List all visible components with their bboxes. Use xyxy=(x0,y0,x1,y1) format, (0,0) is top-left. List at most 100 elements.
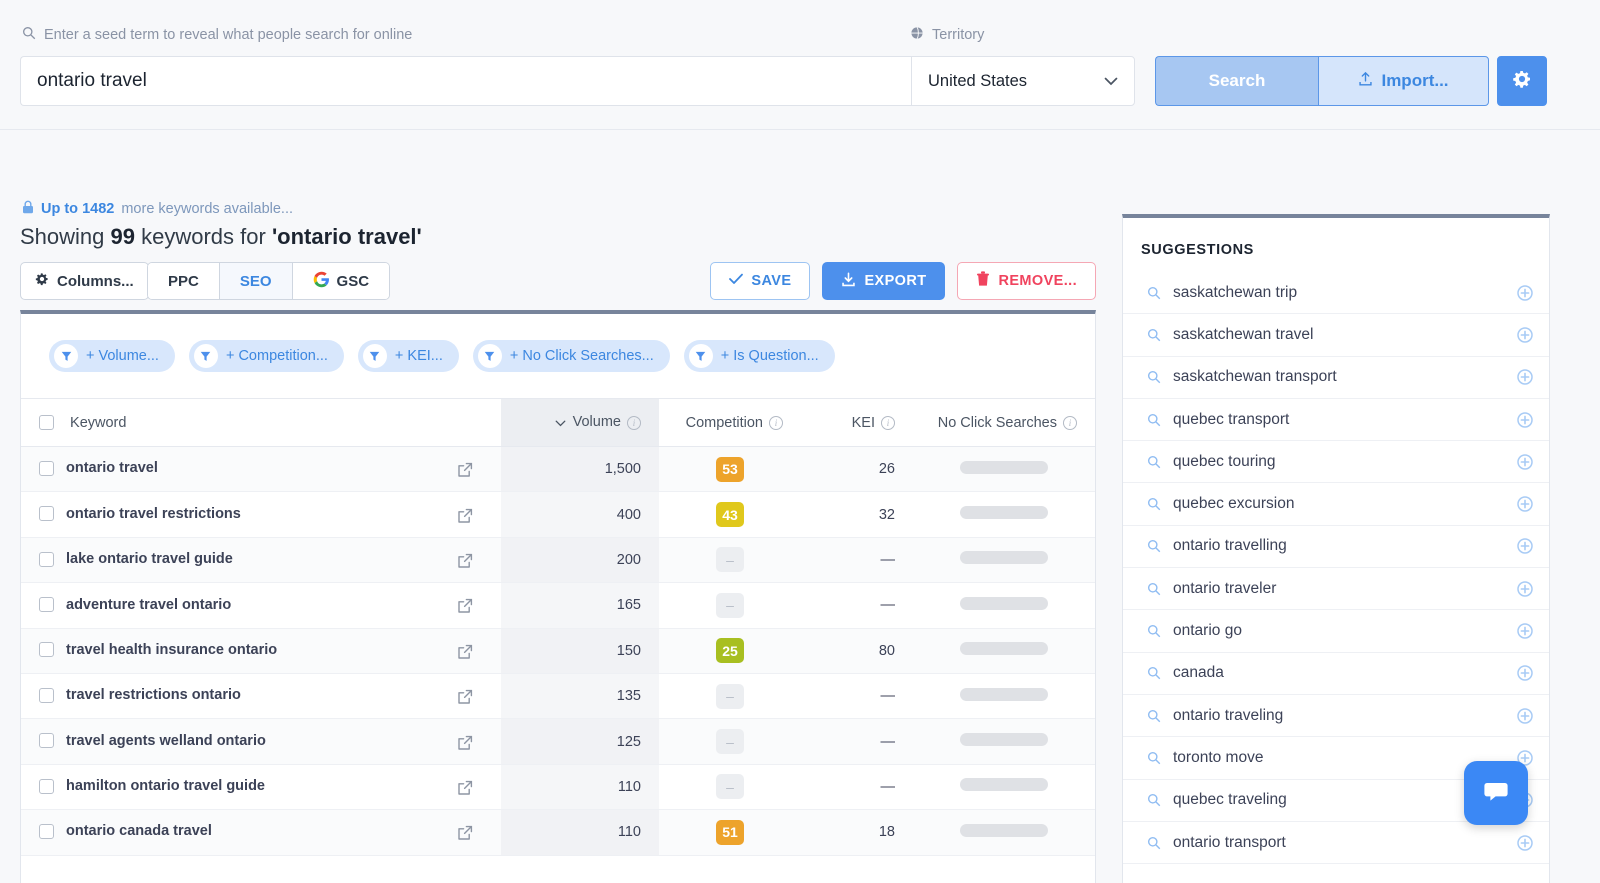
row-checkbox[interactable] xyxy=(39,823,54,839)
table-row[interactable]: ontario travel 1,500 53 26 xyxy=(21,446,1095,493)
filter-chip-volume-label: + Volume... xyxy=(86,348,159,364)
header-competition[interactable]: Competition i xyxy=(659,398,801,447)
settings-button[interactable] xyxy=(1497,56,1547,106)
suggestion-item[interactable]: saskatchewan travel xyxy=(1123,314,1549,357)
remove-button[interactable]: REMOVE... xyxy=(957,262,1096,300)
cell-kei: 32 xyxy=(801,491,913,538)
table-row[interactable]: hamilton ontario travel guide 110 – — xyxy=(21,764,1095,811)
cell-competition: – xyxy=(659,718,801,765)
open-external-icon[interactable] xyxy=(457,689,473,705)
search-button[interactable]: Search xyxy=(1155,56,1318,106)
header-no-click-searches[interactable]: No Click Searches i xyxy=(913,398,1095,447)
keyword-text: hamilton ontario travel guide xyxy=(66,778,265,795)
suggestion-item[interactable]: ontario traveling xyxy=(1123,695,1549,738)
info-icon[interactable]: i xyxy=(627,415,641,430)
suggestion-item[interactable]: canada xyxy=(1123,653,1549,695)
suggestion-item[interactable]: quebec transport xyxy=(1123,399,1549,442)
add-suggestion-icon[interactable] xyxy=(1517,284,1533,301)
row-checkbox[interactable] xyxy=(39,687,54,703)
suggestion-item[interactable]: saskatchewan transport xyxy=(1123,357,1549,399)
filter-chip-volume[interactable]: + Volume... xyxy=(49,340,175,372)
cell-competition: – xyxy=(659,537,801,584)
suggestion-item[interactable]: ontario transport xyxy=(1123,822,1549,865)
cell-volume: 135 xyxy=(501,673,659,720)
cell-no-click-searches xyxy=(913,673,1095,720)
table-row[interactable]: ontario travel restrictions 400 43 32 xyxy=(21,491,1095,538)
cell-volume: 1,500 xyxy=(501,446,659,493)
filter-chip-kei[interactable]: + KEI... xyxy=(357,340,459,372)
keyword-text: ontario canada travel xyxy=(66,823,212,840)
add-suggestion-icon[interactable] xyxy=(1517,580,1533,597)
row-checkbox[interactable] xyxy=(39,506,54,522)
row-checkbox[interactable] xyxy=(39,778,54,794)
info-icon[interactable]: i xyxy=(881,415,895,430)
add-suggestion-icon[interactable] xyxy=(1517,623,1533,639)
add-suggestion-icon[interactable] xyxy=(1517,327,1533,343)
table-row[interactable]: travel restrictions ontario 135 – — xyxy=(21,673,1095,720)
upsell-notice[interactable]: Up to 1482 more keywords available... xyxy=(22,200,293,218)
info-icon[interactable]: i xyxy=(769,415,783,430)
add-suggestion-icon[interactable] xyxy=(1517,707,1533,724)
info-icon[interactable]: i xyxy=(1063,415,1077,430)
add-suggestion-icon[interactable] xyxy=(1517,538,1533,555)
row-checkbox[interactable] xyxy=(39,642,54,658)
open-external-icon[interactable] xyxy=(457,598,473,614)
table-row[interactable]: travel agents welland ontario 125 – — xyxy=(21,718,1095,765)
cell-kei: 80 xyxy=(801,628,913,674)
suggestion-item[interactable]: saskatchewan trip xyxy=(1123,272,1549,315)
table-row[interactable]: ontario canada travel 110 51 18 xyxy=(21,809,1095,856)
cell-competition: 25 xyxy=(659,628,801,674)
table-row[interactable]: travel health insurance ontario 150 25 80 xyxy=(21,628,1095,674)
add-suggestion-icon[interactable] xyxy=(1517,369,1533,385)
territory-select[interactable]: United States xyxy=(911,56,1135,106)
search-icon xyxy=(1147,413,1161,427)
row-checkbox[interactable] xyxy=(39,597,54,613)
suggestion-item[interactable]: ontario travelling xyxy=(1123,526,1549,569)
table-row[interactable]: adventure travel ontario 165 – — xyxy=(21,582,1095,629)
open-external-icon[interactable] xyxy=(457,735,473,751)
header-keyword[interactable]: Keyword xyxy=(21,398,501,447)
tab-ppc[interactable]: PPC xyxy=(148,263,220,299)
page-title: Showing 99 keywords for 'ontario travel' xyxy=(20,224,422,250)
search-toolbar: Enter a seed term to reveal what people … xyxy=(0,0,1600,130)
add-suggestion-icon[interactable] xyxy=(1517,454,1533,470)
suggestion-item[interactable]: ontario traveler xyxy=(1123,568,1549,611)
chat-widget-button[interactable] xyxy=(1464,761,1528,825)
suggestion-item[interactable]: ontario go xyxy=(1123,610,1549,653)
open-external-icon[interactable] xyxy=(457,825,473,841)
add-suggestion-icon[interactable] xyxy=(1517,834,1533,851)
filter-chip-competition-label: + Competition... xyxy=(225,348,328,364)
open-external-icon[interactable] xyxy=(457,780,473,796)
suggestion-item[interactable]: quebec excursion xyxy=(1123,483,1549,526)
select-all-checkbox[interactable] xyxy=(39,415,54,431)
no-click-bar xyxy=(960,596,1048,610)
add-suggestion-icon[interactable] xyxy=(1517,496,1533,512)
import-button[interactable]: Import... xyxy=(1318,56,1489,106)
open-external-icon[interactable] xyxy=(457,462,473,478)
seed-term-label: Enter a seed term to reveal what people … xyxy=(22,26,412,44)
open-external-icon[interactable] xyxy=(457,508,473,524)
search-input[interactable] xyxy=(20,56,913,106)
filter-chip-competition[interactable]: + Competition... xyxy=(188,340,344,372)
header-kei[interactable]: KEI i xyxy=(801,398,913,447)
filter-chip-no-click-searches[interactable]: + No Click Searches... xyxy=(472,340,670,372)
row-checkbox[interactable] xyxy=(39,733,54,749)
add-suggestion-icon[interactable] xyxy=(1517,411,1533,428)
columns-button[interactable]: Columns... xyxy=(20,262,149,300)
tab-gsc[interactable]: GSC xyxy=(292,263,390,299)
open-external-icon[interactable] xyxy=(457,644,473,660)
tab-seo[interactable]: SEO xyxy=(219,263,293,299)
search-icon xyxy=(1147,328,1161,342)
funnel-icon xyxy=(688,344,713,368)
open-external-icon[interactable] xyxy=(457,553,473,569)
suggestion-item[interactable]: quebec touring xyxy=(1123,441,1549,484)
cell-keyword: adventure travel ontario xyxy=(21,582,501,629)
save-button[interactable]: SAVE xyxy=(710,262,811,300)
add-suggestion-icon[interactable] xyxy=(1517,665,1533,682)
row-checkbox[interactable] xyxy=(39,460,54,476)
header-volume[interactable]: Volume i xyxy=(501,398,659,447)
table-row[interactable]: lake ontario travel guide 200 – — xyxy=(21,537,1095,584)
export-button[interactable]: EXPORT xyxy=(822,262,946,300)
filter-chip-is-question[interactable]: + Is Question... xyxy=(683,340,835,372)
row-checkbox[interactable] xyxy=(39,551,54,567)
